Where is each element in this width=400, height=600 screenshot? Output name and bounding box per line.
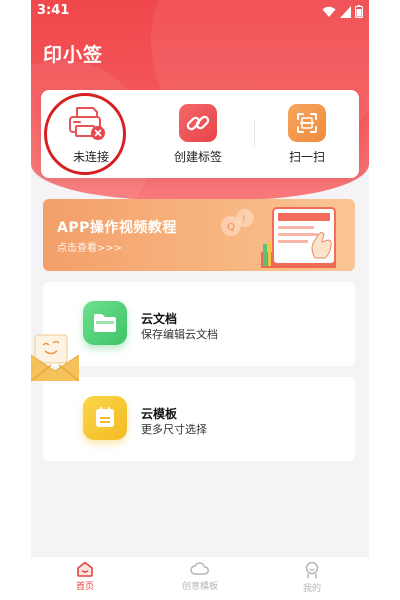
home-icon [77,561,93,577]
status-icons [322,5,363,18]
tab-profile[interactable]: 我的 [272,561,352,600]
scan-button[interactable]: 扫一扫 [257,90,357,178]
battery-icon [355,5,363,18]
create-label-button[interactable]: 创建标签 [148,90,248,178]
cloud-templates-title: 云模板 [141,407,178,421]
tab-home[interactable]: 首页 [45,561,125,600]
link-tag-icon [179,104,217,142]
printer-status-label: 未连接 [72,150,109,164]
cloud-documents-title: 云文档 [141,312,178,326]
banner-subtitle: 点击查看>>> [57,243,123,254]
scan-icon [288,104,326,142]
cloud-icon [190,562,209,575]
app-screen: 3:41 印小签 未连接 创建标签 扫一扫 APP操作视频教程 点击查看>>> … [31,0,369,600]
signal-icon [340,5,351,18]
cloud-templates-subtitle: 更多尺寸选择 [141,423,207,436]
quick-actions-card: 未连接 创建标签 扫一扫 [41,90,359,178]
wifi-icon [322,6,336,17]
bottom-tab-bar: 首页 创意模板 我的 [31,556,369,600]
svg-text:!: ! [242,215,246,225]
tab-creative-templates-label: 创意模板 [181,582,218,592]
template-icon [83,396,127,440]
folder-icon [83,301,127,345]
action-divider [254,120,255,146]
scan-text: 扫一扫 [288,150,325,164]
video-tutorial-banner[interactable]: APP操作视频教程 点击查看>>> Q ! [43,199,355,271]
tab-profile-label: 我的 [302,584,321,594]
tab-creative-templates[interactable]: 创意模板 [160,561,240,600]
cloud-documents-subtitle: 保存编辑云文档 [141,328,218,341]
printer-disconnected-icon [69,107,105,140]
banner-title: APP操作视频教程 [57,220,177,236]
printer-connect-button[interactable]: 未连接 [41,90,141,178]
profile-icon [305,561,319,579]
floating-envelope-icon[interactable] [31,333,79,383]
svg-text:Q: Q [227,222,235,233]
cloud-documents-card[interactable]: 云文档 保存编辑云文档 [43,282,355,366]
cloud-templates-card[interactable]: 云模板 更多尺寸选择 [43,377,355,461]
app-title: 印小签 [43,44,104,66]
status-bar: 3:41 [31,0,369,24]
create-label-text: 创建标签 [173,150,222,164]
status-time: 3:41 [37,3,70,18]
tab-home-label: 首页 [75,582,94,592]
tutorial-illustration-icon: Q ! [221,207,336,268]
